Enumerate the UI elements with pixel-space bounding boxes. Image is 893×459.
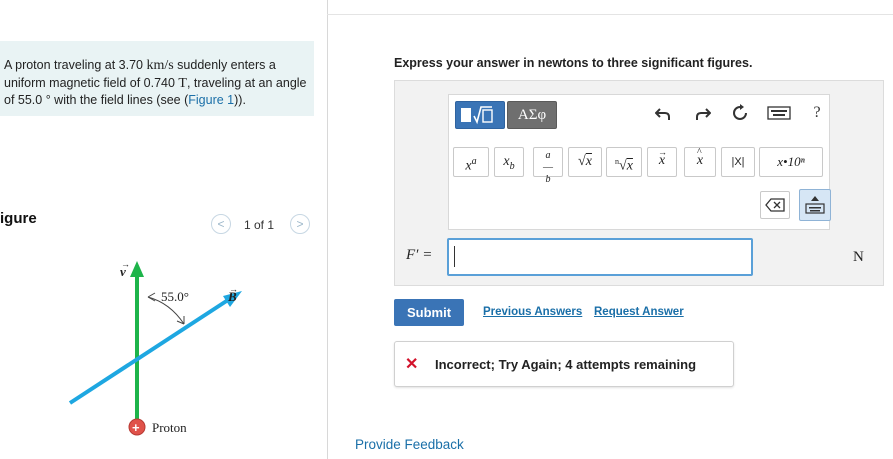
answer-unit: N <box>853 249 864 265</box>
keyboard-toggle-icon <box>805 196 825 214</box>
figure-prev-button[interactable]: < <box>211 214 231 234</box>
backspace-button[interactable] <box>760 191 790 219</box>
templates-button[interactable] <box>455 101 505 129</box>
problem-text-part: )). <box>234 93 246 107</box>
sci-notation-button[interactable]: x•10ⁿ <box>759 147 823 177</box>
feedback-message: Incorrect; Try Again; 4 attempts remaini… <box>435 357 697 372</box>
proton-sign: + <box>132 420 140 435</box>
vector-button[interactable]: → x <box>647 147 677 177</box>
svg-text:→: → <box>229 284 238 294</box>
keyboard-toggle-button[interactable] <box>799 189 831 221</box>
speed-unit: km/s <box>146 58 174 73</box>
templates-icon <box>461 106 493 125</box>
figure-link[interactable]: Figure 1 <box>188 93 234 107</box>
incorrect-icon: ✕ <box>405 356 419 373</box>
submit-button[interactable]: Submit <box>394 299 464 326</box>
text-caret <box>454 246 455 267</box>
field-unit: T <box>178 75 187 91</box>
svg-text:→: → <box>121 259 130 269</box>
field-arrowhead <box>130 261 144 277</box>
problem-statement: A proton traveling at 3.70 km/s suddenly… <box>4 57 309 109</box>
unit-vector-button[interactable]: ^ x <box>684 147 716 177</box>
greek-button[interactable]: ΑΣφ <box>507 101 557 129</box>
previous-answers-link[interactable]: Previous Answers <box>483 306 582 318</box>
figure-pager-text: 1 of 1 <box>244 218 275 232</box>
angle-label: 55.0° <box>161 289 189 304</box>
proton-label: Proton <box>152 420 187 435</box>
keyboard-icon[interactable] <box>766 106 792 125</box>
problem-text-part: A proton traveling at 3.70 <box>4 58 147 72</box>
answer-instructions: Express your answer in newtons to three … <box>394 56 753 70</box>
subscript-button[interactable]: xb <box>494 147 524 177</box>
velocity-line <box>68 298 230 405</box>
abs-button[interactable]: |X| <box>721 147 755 177</box>
request-answer-link[interactable]: Request Answer <box>594 306 684 318</box>
answer-label: F′ = <box>406 247 433 263</box>
reset-icon[interactable] <box>729 104 751 127</box>
figure-next-button[interactable]: > <box>290 214 310 234</box>
help-icon[interactable]: ? <box>806 104 828 122</box>
fraction-button[interactable]: a — b <box>533 147 563 185</box>
provide-feedback-link[interactable]: Provide Feedback <box>355 437 464 452</box>
answer-input[interactable] <box>447 238 753 276</box>
figure-diagram: v → 55.0° B → + Proton <box>68 259 242 436</box>
undo-icon[interactable] <box>652 106 674 127</box>
figure-heading: igure <box>0 210 37 227</box>
redo-icon[interactable] <box>692 106 714 127</box>
superscript-button[interactable]: xa <box>453 147 489 177</box>
sqrt-button[interactable]: √x <box>568 147 602 177</box>
nth-root-button[interactable]: n√x <box>606 147 642 177</box>
divider <box>327 14 893 15</box>
backspace-icon <box>765 198 785 212</box>
